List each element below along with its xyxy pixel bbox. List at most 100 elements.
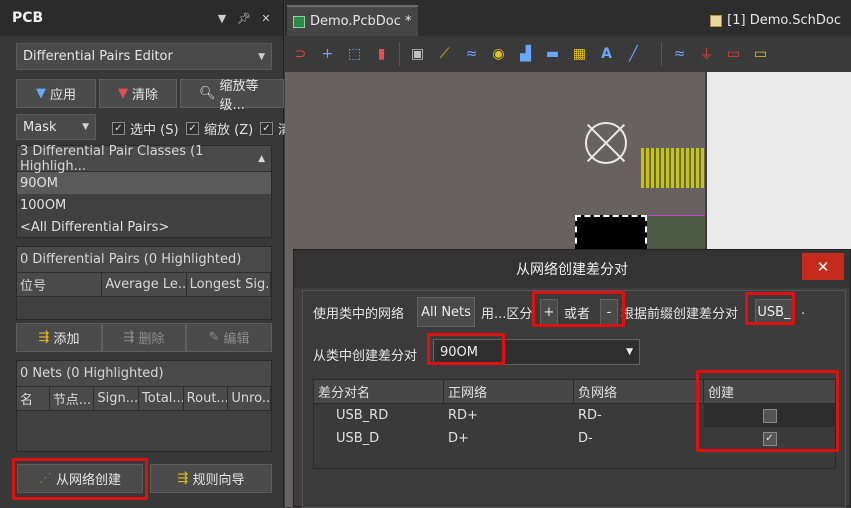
dropdown-arrow-icon[interactable]: ▼ bbox=[213, 12, 231, 25]
edit-button[interactable]: ✎ 编辑 bbox=[186, 323, 272, 352]
tab-sch-doc[interactable]: [1] Demo.SchDoc bbox=[704, 5, 847, 36]
polygon-icon[interactable]: ▟ bbox=[512, 42, 539, 66]
mode-dropdown[interactable]: Differential Pairs Editor ▼ bbox=[16, 43, 272, 70]
list-item[interactable]: 90OM bbox=[17, 172, 271, 194]
negative-suffix-input[interactable]: - bbox=[600, 299, 618, 325]
mask-dropdown[interactable]: Mask ▼ bbox=[16, 114, 96, 140]
pair-classes-header: 3 Differential Pair Classes (1 Highligh.… bbox=[17, 144, 271, 174]
create-from-nets-label: 从网络创建 bbox=[55, 473, 121, 488]
chevron-down-icon: ▼ bbox=[82, 122, 89, 132]
line-icon[interactable]: ╱ bbox=[620, 42, 647, 66]
text-icon[interactable]: A bbox=[593, 42, 620, 66]
crosshair-icon[interactable]: + bbox=[314, 42, 341, 66]
wire-icon[interactable]: ≈ bbox=[666, 42, 693, 66]
column-header[interactable]: Unro... bbox=[228, 387, 271, 410]
nets-header-text: 0 Nets (0 Highlighted) bbox=[20, 366, 164, 381]
add-button[interactable]: ⇶ 添加 bbox=[16, 323, 102, 352]
pin-icon[interactable]: 📌︎ bbox=[235, 12, 253, 25]
close-button[interactable]: ✕ bbox=[802, 253, 844, 280]
dialog-options-group: 使用类中的网络 All Nets 用...区分 + 或者 - 根据前缀创建差分对… bbox=[302, 290, 846, 508]
route-icon[interactable]: ⊃ bbox=[287, 42, 314, 66]
column-header[interactable]: 名 bbox=[17, 387, 50, 410]
fill-icon[interactable]: ▬ bbox=[539, 42, 566, 66]
component-icon[interactable]: ▣ bbox=[404, 42, 431, 66]
create-checkbox[interactable]: ✓ bbox=[762, 431, 777, 446]
chart-icon[interactable]: ▮ bbox=[368, 42, 395, 66]
toolbar-divider bbox=[661, 42, 662, 66]
column-header[interactable]: 正网络 bbox=[444, 380, 574, 403]
or-label: 或者 bbox=[564, 307, 591, 322]
class-select-value: 90OM bbox=[440, 344, 478, 360]
mounting-hole[interactable] bbox=[585, 122, 627, 164]
list-item[interactable]: 100OM bbox=[17, 194, 271, 216]
all-nets-button[interactable]: All Nets bbox=[417, 297, 475, 327]
table-header: 差分对名 正网络 负网络 创建 bbox=[314, 380, 835, 404]
pair-classes-list[interactable]: 3 Differential Pair Classes (1 Highligh.… bbox=[16, 144, 272, 238]
diff-pairs-header: 0 Differential Pairs (0 Highlighted) bbox=[17, 247, 271, 273]
pair-name-cell: USB_D bbox=[336, 431, 380, 446]
chevron-down-icon: ▼ bbox=[258, 51, 265, 62]
region-icon[interactable]: ▦ bbox=[566, 42, 593, 66]
diff-pair-table[interactable]: 差分对名 正网络 负网络 创建 USB_RD RD+ RD- USB_D D+ … bbox=[313, 379, 836, 469]
create-checkbox[interactable] bbox=[762, 408, 777, 423]
nets-list[interactable]: 0 Nets (0 Highlighted) 名 节点... Sign... T… bbox=[16, 360, 272, 452]
rule-wizard-button[interactable]: ⇶ 规则向导 bbox=[150, 464, 272, 493]
delete-label: 删除 bbox=[138, 332, 165, 347]
prefix-input[interactable]: USB_ bbox=[755, 299, 793, 325]
select-checkbox[interactable]: ✓ 选中 (S) bbox=[112, 119, 179, 138]
rule-wizard-label: 规则向导 bbox=[192, 473, 245, 488]
footprint-component[interactable] bbox=[641, 148, 705, 188]
table-row[interactable]: USB_D D+ D- ✓ bbox=[314, 427, 835, 450]
add-pair-icon: ⇶ bbox=[38, 330, 50, 345]
positive-net-cell: D+ bbox=[448, 431, 469, 446]
diff-pair-icon[interactable]: ≈ bbox=[458, 42, 485, 66]
column-header[interactable]: Total... bbox=[139, 387, 184, 410]
pcb-file-icon bbox=[293, 15, 305, 28]
copper-fill[interactable] bbox=[647, 215, 705, 251]
close-icon[interactable]: ✕ bbox=[257, 12, 275, 25]
column-header[interactable]: Rout... bbox=[184, 387, 229, 410]
column-header[interactable]: 节点... bbox=[50, 387, 95, 410]
diff-pairs-list[interactable]: 0 Differential Pairs (0 Highlighted) 位号 … bbox=[16, 246, 272, 320]
dialog-title-bar: 从网络创建差分对 ✕ bbox=[294, 250, 850, 288]
create-from-nets-button[interactable]: ⋰ 从网络创建 bbox=[17, 464, 143, 493]
column-header[interactable]: Sign... bbox=[94, 387, 140, 410]
panel-title: PCB bbox=[12, 10, 44, 26]
sort-up-icon: ▲ bbox=[258, 153, 265, 164]
pad-icon[interactable]: ◉ bbox=[485, 42, 512, 66]
pcb-panel: PCB ▼ 📌︎ ✕ Differential Pairs Editor ▼ ▼… bbox=[0, 0, 291, 507]
filter-icon: ▼ bbox=[35, 86, 46, 101]
zoom-checkbox[interactable]: ✓ 缩放 (Z) bbox=[186, 119, 253, 138]
checkmark-icon: ✓ bbox=[112, 122, 125, 135]
class-select[interactable]: 90OM ▼ bbox=[433, 339, 640, 365]
tab-pcb-doc[interactable]: Demo.PcbDoc * bbox=[287, 5, 418, 36]
column-header[interactable]: Longest Sig... bbox=[187, 273, 272, 296]
edit-label: 编辑 bbox=[223, 332, 250, 347]
plus-value: + bbox=[543, 304, 555, 320]
net-label-icon[interactable]: ▭ bbox=[720, 42, 747, 66]
nets-header: 0 Nets (0 Highlighted) bbox=[17, 361, 271, 387]
positive-suffix-input[interactable]: + bbox=[540, 299, 558, 325]
port-icon[interactable]: ▭ bbox=[747, 42, 774, 66]
nets-columns: 名 节点... Sign... Total... Rout... Unro... bbox=[17, 387, 271, 411]
ground-icon[interactable]: ⏚ bbox=[693, 42, 720, 66]
column-header[interactable]: 创建 bbox=[704, 380, 835, 403]
apply-button[interactable]: ▼ 应用 bbox=[16, 79, 96, 108]
tab-sch-label: [1] Demo.SchDoc bbox=[727, 13, 841, 28]
pcb-toolbar: ⊃ + ⬚ ▮ ▣ ⟋ ≈ ◉ ▟ ▬ ▦ A ╱ ≈ ⏚ ▭ ▭ bbox=[285, 36, 851, 72]
table-row[interactable]: USB_RD RD+ RD- bbox=[314, 404, 835, 427]
column-header[interactable]: 负网络 bbox=[574, 380, 704, 403]
column-header[interactable]: Average Le... bbox=[102, 273, 187, 296]
zoom-level-button[interactable]: 🔍︎ 缩放等级... bbox=[180, 79, 284, 113]
list-item[interactable]: <All Differential Pairs> bbox=[17, 216, 271, 238]
clear-label: 清除 bbox=[131, 88, 158, 103]
select-rect-icon[interactable]: ⬚ bbox=[341, 42, 368, 66]
clear-button[interactable]: ▼ 清除 bbox=[99, 79, 177, 108]
delete-button[interactable]: ⇶ 删除 bbox=[102, 323, 186, 352]
class-name: 100OM bbox=[20, 197, 67, 213]
column-header[interactable]: 位号 bbox=[17, 273, 103, 296]
create-cell: ✓ bbox=[704, 427, 835, 450]
delete-pair-icon: ⇶ bbox=[123, 330, 135, 345]
track-icon[interactable]: ⟋ bbox=[431, 42, 458, 66]
column-header[interactable]: 差分对名 bbox=[314, 380, 444, 403]
